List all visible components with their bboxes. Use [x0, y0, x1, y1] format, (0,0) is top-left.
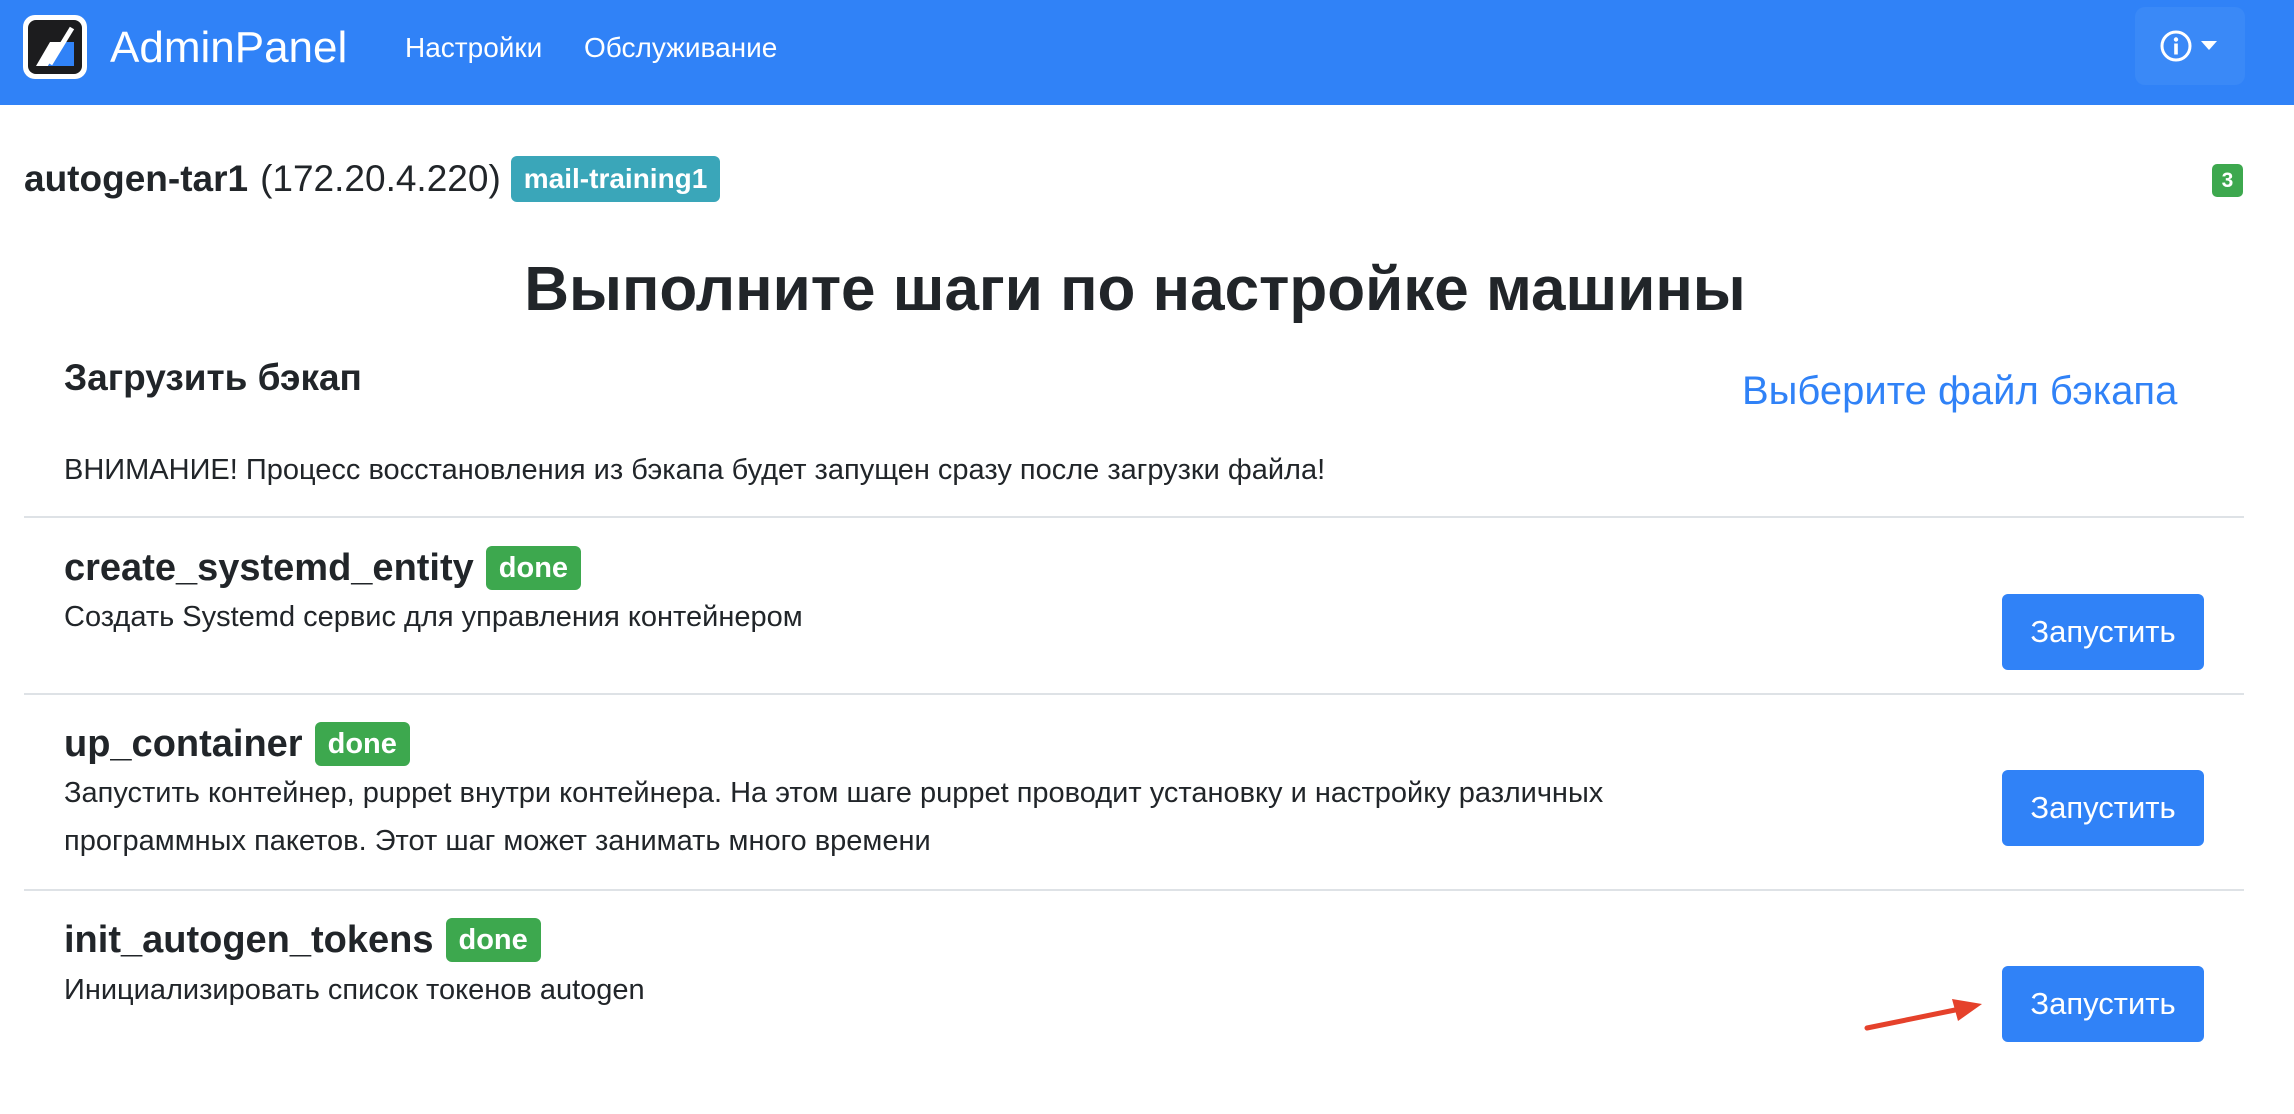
- choose-backup-file-link[interactable]: Выберите файл бэкапа: [1742, 366, 2177, 416]
- count-badge: 3: [2212, 164, 2243, 197]
- status-badge: done: [485, 546, 582, 590]
- nav-link-settings[interactable]: Настройки: [405, 30, 542, 66]
- step-name: create_systemd_entity: [64, 547, 474, 589]
- divider: [24, 516, 2244, 518]
- nav-link-maintenance[interactable]: Обслуживание: [584, 30, 777, 66]
- step-name: up_container: [64, 723, 303, 765]
- step-description: Создать Systemd сервис для управления ко…: [64, 601, 803, 633]
- host-name: autogen-tar1: [24, 158, 249, 199]
- caret-down-icon: [2201, 41, 2217, 50]
- status-badge: done: [314, 722, 410, 766]
- adminpanel-logo-icon[interactable]: [23, 15, 87, 79]
- host-tag-badge: mail-training1: [510, 156, 721, 202]
- step-header: create_systemd_entity done: [64, 545, 582, 591]
- info-dropdown-toggle[interactable]: [2135, 7, 2245, 85]
- annotation-arrow-icon: [1864, 999, 1982, 1031]
- host-info: autogen-tar1 (172.20.4.220) mail-trainin…: [24, 154, 721, 204]
- page-title: Выполните шаги по настройке машины: [524, 255, 1746, 324]
- step-name: init_autogen_tokens: [64, 919, 434, 961]
- step-header: up_container done: [64, 721, 410, 767]
- brand-name[interactable]: AdminPanel: [110, 22, 347, 74]
- run-step-button-up-container[interactable]: Запустить: [2002, 770, 2204, 846]
- divider: [24, 889, 2244, 891]
- run-step-button-init-autogen-tokens[interactable]: Запустить: [2002, 966, 2204, 1042]
- backup-warning: ВНИМАНИЕ! Процесс восстановления из бэка…: [64, 454, 1326, 486]
- host-ip: (172.20.4.220): [260, 158, 501, 199]
- status-badge: done: [445, 918, 541, 962]
- info-circle-icon: [2160, 30, 2192, 62]
- step-description: программных пакетов. Этот шаг может зани…: [64, 825, 931, 857]
- divider: [24, 693, 2244, 695]
- run-step-button-create-systemd-entity[interactable]: Запустить: [2002, 594, 2204, 670]
- step-header: init_autogen_tokens done: [64, 917, 541, 963]
- navbar: AdminPanel Настройки Обслуживание: [0, 0, 2294, 105]
- step-description: Запустить контейнер, puppet внутри конте…: [64, 777, 1604, 809]
- step-description: Инициализировать список токенов autogen: [64, 974, 645, 1006]
- backup-section-title: Загрузить бэкап: [64, 357, 362, 398]
